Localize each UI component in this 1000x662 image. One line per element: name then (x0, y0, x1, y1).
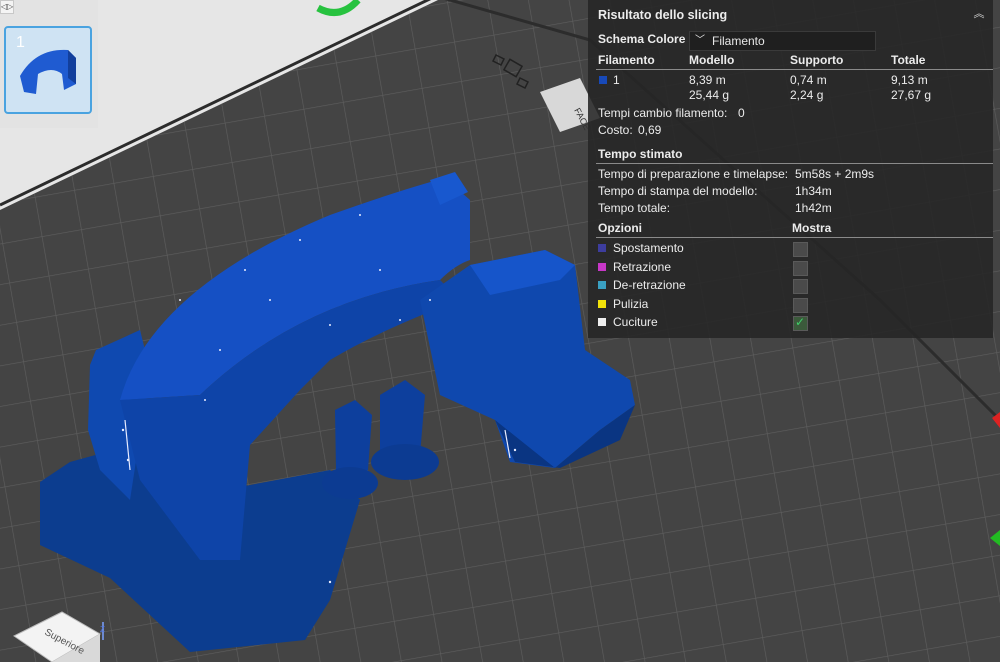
option-visibility-checkbox[interactable] (793, 260, 808, 276)
option-visibility-checkbox[interactable] (793, 242, 808, 257)
col-header-support: Supporto (790, 53, 844, 67)
support-weight: 2,24 g (790, 88, 824, 102)
cost-label: Costo: (598, 123, 633, 137)
options-title: Opzioni (598, 221, 642, 235)
plate-thumbnail[interactable]: 1 (4, 26, 92, 114)
filament-changes-label: Tempi cambio filamento: (598, 106, 728, 120)
cost-value: 0,69 (638, 123, 662, 137)
total-weight: 27,67 g (891, 88, 932, 102)
checkmark-icon: ✓ (795, 315, 806, 330)
total-length: 9,13 m (891, 73, 928, 87)
option-visibility-checkbox[interactable]: ✓ (793, 315, 808, 332)
plate-number: 1 (16, 34, 25, 51)
model-time-label: Tempo di stampa del modello: (598, 184, 758, 198)
support-length: 0,74 m (790, 73, 827, 87)
options-divider (596, 237, 993, 238)
color-scheme-label: Schema Colore (598, 32, 686, 46)
col-header-total: Totale (891, 53, 926, 67)
prep-time-label: Tempo di preparazione e timelapse: (598, 167, 789, 181)
option-label: Spostamento (613, 241, 684, 255)
panel-title: Risultato dello slicing (598, 8, 728, 22)
total-time-label: Tempo totale: (598, 201, 671, 215)
navigation-cube[interactable]: Superiore Z (0, 600, 130, 662)
filament-number: 1 (613, 73, 620, 87)
object-thumbnail-strip: ◁▷ 1 (0, 0, 98, 128)
chevron-up-double-icon[interactable]: ︽ (971, 6, 987, 22)
option-visibility-checkbox[interactable] (793, 297, 808, 313)
color-scheme-value: Filamento (712, 34, 765, 48)
col-header-filament: Filamento (598, 53, 655, 67)
axis-arc-green (316, 0, 361, 16)
model-time-value: 1h34m (795, 184, 832, 198)
option-color-swatch (598, 262, 606, 271)
option-label: Retrazione (613, 259, 672, 274)
show-column-label: Mostra (792, 221, 832, 235)
chevron-down-icon: ﹀ (695, 35, 705, 46)
sidebar-collapse-button[interactable]: ◁▷ (0, 0, 14, 14)
option-color-swatch (598, 281, 606, 290)
slicing-result-panel: Risultato dello slicing ︽ Schema Colore … (588, 0, 993, 338)
total-time-value: 1h42m (795, 201, 832, 215)
model-weight: 25,44 g (689, 88, 730, 102)
prep-time-value: 5m58s + 2m9s (795, 167, 875, 181)
option-label: Cuciture (613, 315, 658, 330)
header-divider (596, 69, 993, 70)
option-color-swatch (598, 244, 606, 252)
color-scheme-select[interactable]: ﹀ Filamento (689, 31, 876, 51)
z-axis-label: Z (100, 625, 105, 634)
filament-changes-value: 0 (738, 106, 745, 120)
model-length: 8,39 m (689, 73, 726, 87)
option-color-swatch (598, 299, 606, 308)
time-divider (596, 163, 993, 164)
option-label: Pulizia (613, 296, 649, 311)
filament-color-swatch (599, 76, 607, 84)
option-visibility-checkbox[interactable] (793, 279, 808, 295)
option-label: De-retrazione (613, 278, 686, 293)
option-color-swatch (598, 318, 606, 327)
col-header-model: Modello (689, 53, 735, 67)
estimated-time-title: Tempo stimato (598, 147, 683, 161)
